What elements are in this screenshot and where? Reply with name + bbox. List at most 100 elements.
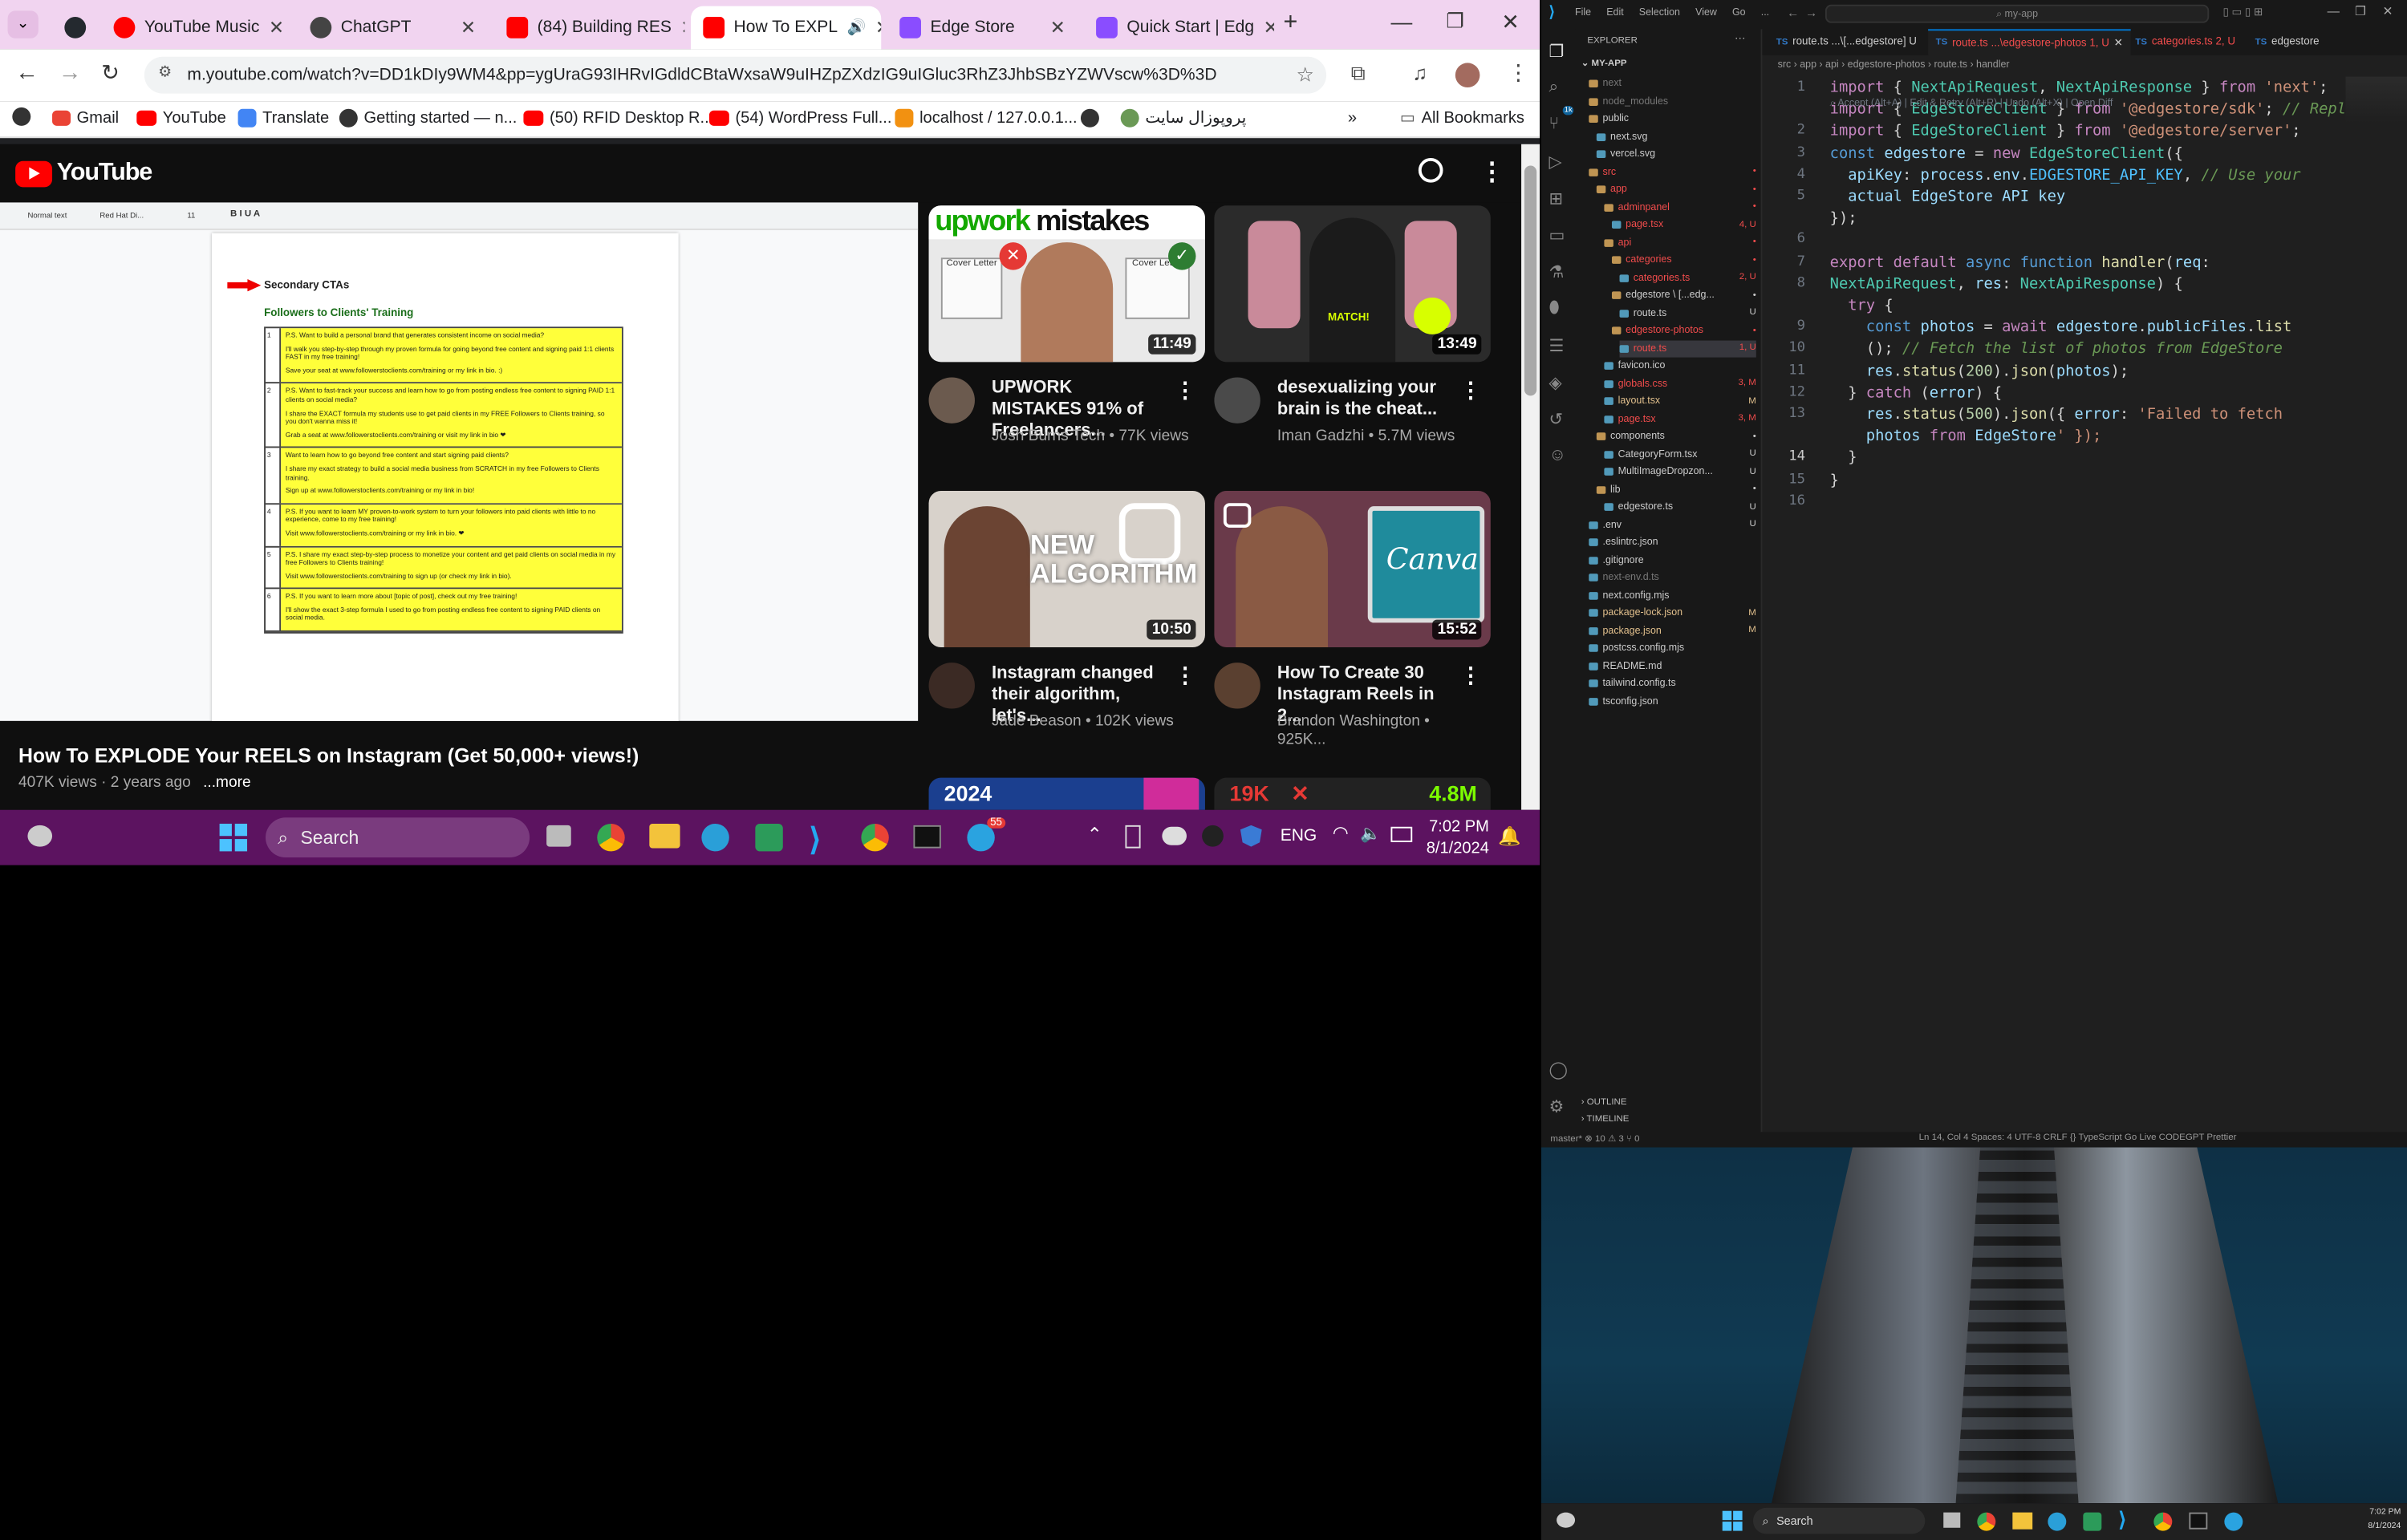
code-line[interactable]: try {	[1830, 298, 1893, 314]
video-thumbnail[interactable]: upwork mistakes Cover Letter Cover Lette…	[928, 205, 1205, 363]
partial-thumbnail[interactable]: 2024	[928, 777, 1205, 810]
wifi-icon[interactable]: ◠	[1333, 822, 1349, 844]
bookmark-translate[interactable]: Translate	[237, 108, 329, 128]
tree-file[interactable]: tsconfig.json	[1589, 692, 1756, 709]
tree-file[interactable]: favicon.ico	[1604, 358, 1756, 375]
tree-folder[interactable]: lib •	[1596, 481, 1756, 498]
tree-file[interactable]: package.json M	[1589, 622, 1756, 638]
close-tab-icon[interactable]: ✕	[461, 17, 476, 38]
tree-file[interactable]: layout.tsx M	[1604, 393, 1756, 410]
timeline-section[interactable]: › TIMELINE	[1581, 1115, 1630, 1124]
tab-search-button[interactable]: ⌄	[7, 10, 39, 38]
code-line[interactable]: const photos = await edgestore.publicFil…	[1830, 319, 2292, 336]
bookmark-localhost[interactable]: localhost / 127.0.0.1...	[895, 108, 1078, 128]
tab-chatgpt[interactable]: ChatGPT ✕	[298, 6, 488, 50]
reload-button[interactable]: ↻	[101, 60, 119, 87]
nav-back-icon[interactable]: ←	[1787, 6, 1799, 20]
edge-icon[interactable]	[701, 823, 729, 852]
close-window-button[interactable]: ✕	[2382, 5, 2393, 18]
video-options-icon[interactable]: ⋮	[1175, 663, 1196, 689]
tree-icon[interactable]: ☰	[1549, 336, 1565, 356]
battery-icon[interactable]	[1390, 826, 1413, 842]
video-thumbnail[interactable]: NEW ALGORITHM 10:50	[928, 490, 1205, 648]
tree-file[interactable]: .env U	[1589, 517, 1756, 533]
bookmark-gmail[interactable]: Gmail	[52, 109, 119, 128]
taskbar-search[interactable]: ⌕ Search	[266, 817, 530, 858]
tree-folder[interactable]: components •	[1596, 428, 1756, 445]
nav-forward-icon[interactable]: →	[1805, 6, 1817, 20]
tree-file[interactable]: edgestore.ts U	[1604, 499, 1756, 516]
media-control-icon[interactable]: ♫	[1412, 61, 1427, 84]
tree-file[interactable]: globals.css 3, M	[1604, 375, 1756, 392]
code-line[interactable]: const edgestore = new EdgeStoreClient({	[1830, 145, 2183, 162]
run-debug-icon[interactable]: ▷	[1549, 152, 1562, 172]
tab-github[interactable]	[52, 6, 95, 50]
bookmark-star-icon[interactable]: ☆	[1296, 63, 1313, 87]
weather-icon[interactable]	[27, 825, 53, 847]
tree-file[interactable]: page.tsx 3, M	[1604, 411, 1756, 428]
profile-avatar[interactable]	[1455, 63, 1480, 88]
onedrive-icon[interactable]	[1162, 826, 1187, 845]
more-description-button[interactable]: ...more	[203, 775, 251, 792]
project-root[interactable]: ⌄ MY-APP	[1581, 59, 1627, 69]
code-line[interactable]: });	[1830, 210, 1857, 227]
testing-icon[interactable]: ⚗	[1549, 262, 1565, 282]
database-icon[interactable]: ⬮	[1549, 299, 1560, 319]
new-tab-button[interactable]: +	[1284, 9, 1298, 36]
address-bar[interactable]: ⚙ m.youtube.com/watch?v=DD1kDIy9WM4&pp=y…	[144, 56, 1327, 94]
terminal-icon[interactable]	[913, 825, 941, 849]
tree-file[interactable]: .eslintrc.json	[1589, 534, 1756, 551]
clock-date[interactable]: 8/1/2024	[1425, 839, 1489, 857]
tree-file[interactable]: next.config.mjs	[1589, 586, 1756, 603]
recommendation-card[interactable]: MATCH! 13:49 desexualizing your brain is…	[1214, 205, 1491, 445]
clock-time[interactable]: 7:02 PM	[1425, 817, 1489, 836]
code-line[interactable]: import { NextApiRequest, NextApiResponse…	[1830, 79, 2328, 96]
video-options-icon[interactable]: ⋮	[1175, 377, 1196, 403]
tab-how-to-explode[interactable]: How To EXPL 🔊 ✕	[690, 6, 882, 50]
video-title[interactable]: desexualizing your brain is the cheat...	[1277, 377, 1449, 420]
bookmark-youtube[interactable]: YouTube	[136, 109, 226, 128]
file-explorer-icon[interactable]	[2012, 1512, 2033, 1530]
all-bookmarks[interactable]: ▭ All Bookmarks	[1400, 109, 1524, 128]
bookmark-rfid[interactable]: (50) RFID Desktop R...	[523, 109, 713, 128]
video-thumbnail[interactable]: Canva 15:52	[1214, 490, 1491, 648]
menu-item[interactable]: Edit	[1606, 8, 1623, 18]
minimize-button[interactable]: —	[1390, 9, 1412, 34]
tree-file[interactable]: next-env.d.ts	[1589, 569, 1756, 586]
recommendation-card[interactable]: NEW ALGORITHM 10:50 Instagram changed the…	[928, 490, 1205, 730]
extensions-icon[interactable]: ⧉	[1351, 61, 1366, 86]
inline-chat-hint[interactable]: ⌕ Accept (Alt+A) | Edit & Retry (Alt+R) …	[1830, 98, 2113, 110]
vscode-icon[interactable]: ⟩	[809, 821, 821, 859]
editor-tab[interactable]: TS categories.ts 2, U	[2128, 29, 2243, 55]
tree-folder[interactable]: src •	[1589, 164, 1756, 180]
search-icon[interactable]: ⌕	[1549, 79, 1559, 99]
shield-icon[interactable]	[1240, 825, 1262, 847]
code-line[interactable]: } catch (error) {	[1830, 385, 2002, 402]
tree-file[interactable]: CategoryForm.tsx U	[1604, 446, 1756, 463]
tree-file[interactable]: postcss.config.mjs	[1589, 639, 1756, 656]
copilot-icon[interactable]: ☺	[1549, 447, 1566, 465]
task-view-icon[interactable]	[1943, 1512, 1961, 1528]
code-line[interactable]: res.status(200).json(photos);	[1830, 363, 2129, 379]
tree-file[interactable]: route.ts U	[1619, 305, 1756, 322]
chrome-profile-icon[interactable]	[861, 823, 889, 852]
code-line[interactable]: }	[1830, 472, 1839, 488]
speaker-icon[interactable]: 🔊	[847, 19, 867, 36]
apps-icon[interactable]	[12, 107, 31, 126]
status-right[interactable]: Ln 14, Col 4 Spaces: 4 UTF-8 CRLF {} Typ…	[1919, 1133, 2237, 1142]
close-tab-icon[interactable]: ✕	[875, 17, 881, 38]
code-line[interactable]: photos from EdgeStore' });	[1830, 428, 2101, 445]
code-line[interactable]: apiKey: process.env.EDGESTORE_API_KEY, /…	[1830, 167, 2300, 184]
layout-icon[interactable]: ▯ ▭ ▯ ⊞	[2222, 6, 2263, 18]
search-icon[interactable]	[1418, 157, 1443, 183]
usb-icon[interactable]	[1125, 825, 1141, 849]
app-icon[interactable]	[755, 823, 783, 852]
video-options-icon[interactable]: ⋮	[1460, 663, 1482, 689]
files-icon[interactable]: ❐	[1549, 42, 1565, 62]
breadcrumb[interactable]: src › app › api › edgestore-photos › rou…	[1762, 55, 2407, 74]
tree-file[interactable]: vercel.svg	[1596, 146, 1756, 163]
forward-button[interactable]: →	[59, 60, 82, 87]
bookmark-globe[interactable]	[1080, 108, 1099, 128]
outline-section[interactable]: › OUTLINE	[1581, 1098, 1627, 1107]
chrome-icon[interactable]	[597, 823, 625, 852]
